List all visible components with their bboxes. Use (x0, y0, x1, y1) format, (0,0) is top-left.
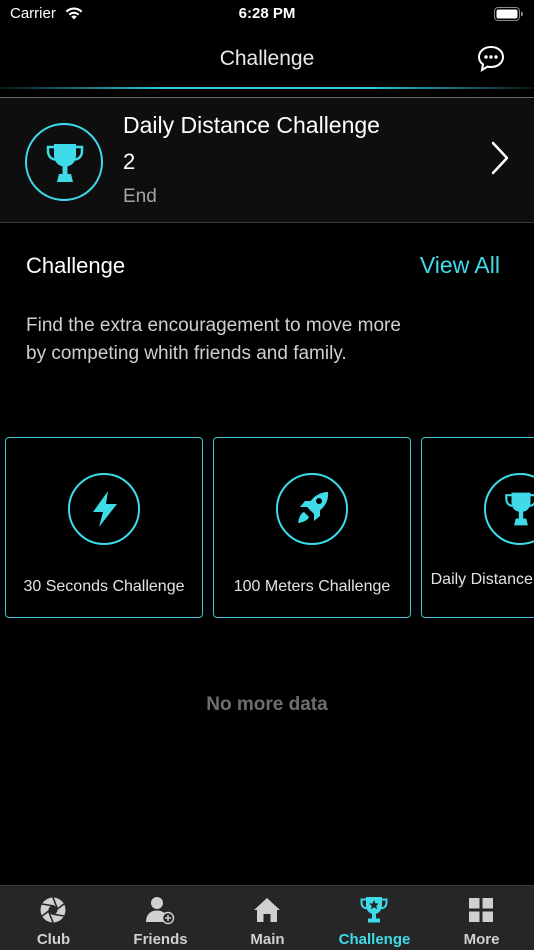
view-all-link[interactable]: View All (420, 252, 500, 279)
nav-bar: Challenge (0, 30, 534, 88)
tab-bar: Club Friends Main Challenge More (0, 885, 534, 950)
home-icon (254, 898, 280, 922)
challenge-card-daily-distance[interactable]: Daily Distance Challenge (421, 437, 534, 618)
grid-icon (469, 898, 493, 922)
current-challenge-status: End (123, 186, 157, 207)
tab-label: Challenge (338, 931, 411, 948)
tab-challenge[interactable]: Challenge (321, 886, 428, 950)
tab-friends[interactable]: Friends (107, 886, 214, 950)
challenge-icon-badge (68, 473, 140, 545)
add-friend-icon (146, 897, 175, 925)
trophy-star-icon (360, 897, 388, 923)
tab-more[interactable]: More (428, 886, 534, 950)
current-challenge-name: Daily Distance Challenge (123, 112, 380, 138)
battery-icon (494, 7, 523, 21)
trophy-icon (505, 492, 534, 526)
nav-divider (0, 87, 534, 89)
section-title: Challenge (26, 253, 126, 278)
tab-label: Club (36, 931, 71, 948)
challenge-card-label: 30 Seconds Challenge (23, 578, 185, 595)
challenge-card-30-seconds[interactable]: 30 Seconds Challenge (5, 437, 203, 618)
current-challenge-card[interactable]: Daily Distance Challenge 2 End (0, 97, 534, 223)
challenge-icon-badge (276, 473, 348, 545)
aperture-icon (40, 897, 66, 923)
status-bar: Carrier 6:28 PM (0, 0, 534, 30)
rocket-icon (298, 492, 329, 523)
challenge-card-100-meters[interactable]: 100 Meters Challenge (213, 437, 411, 618)
trophy-badge (25, 123, 103, 201)
section-description: Find the extra encouragement to move mor… (26, 315, 401, 364)
challenge-card-label: 100 Meters Challenge (233, 578, 391, 595)
chat-icon[interactable] (476, 44, 506, 74)
tab-label: Main (250, 931, 285, 948)
challenge-card-label: Daily Distance Challenge (430, 571, 534, 588)
no-more-data-label: No more data (206, 694, 328, 715)
tab-main[interactable]: Main (214, 886, 321, 950)
tab-club[interactable]: Club (0, 886, 107, 950)
tab-label: Friends (133, 931, 188, 948)
lightning-icon (93, 491, 117, 527)
tab-label: More (463, 931, 500, 948)
status-time: 6:28 PM (238, 5, 296, 22)
trophy-icon (46, 144, 84, 182)
page-title: Challenge (219, 47, 315, 70)
chevron-right-icon (491, 141, 509, 175)
current-challenge-count: 2 (123, 149, 136, 174)
challenge-carousel[interactable]: 30 Seconds Challenge 100 Meters Challeng… (0, 437, 534, 619)
challenge-icon-badge (484, 473, 534, 545)
